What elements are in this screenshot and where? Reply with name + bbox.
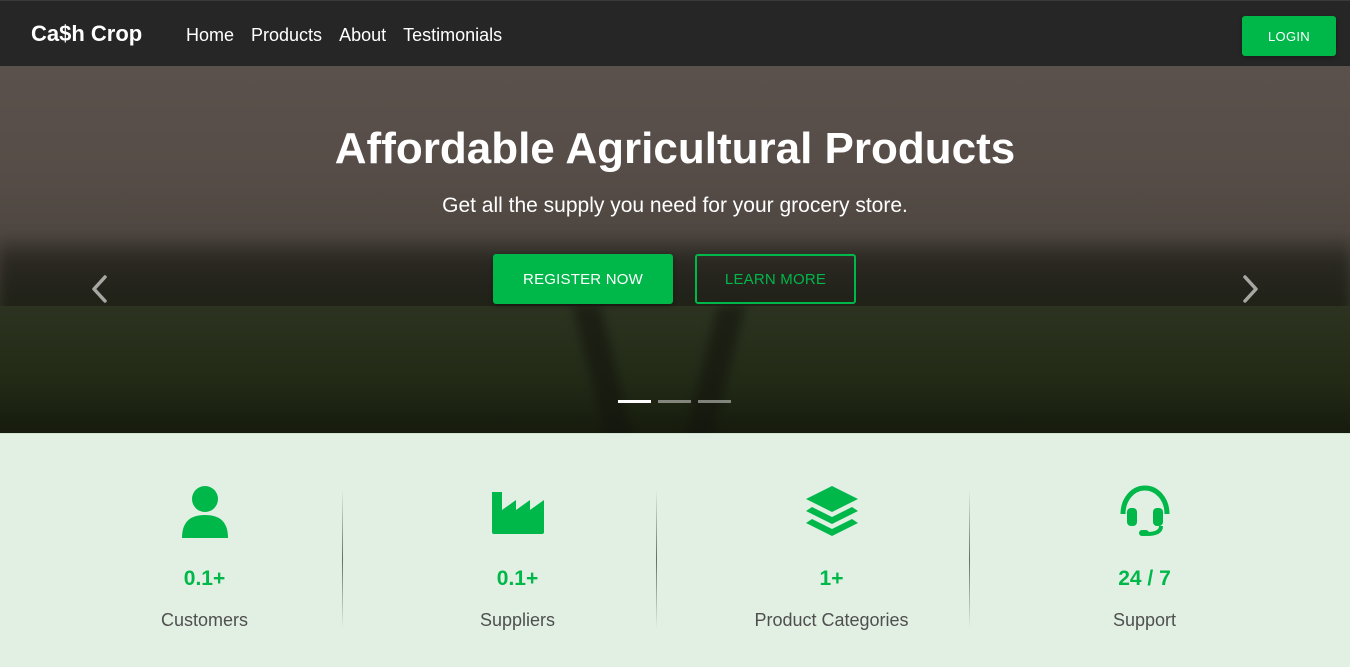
nav-links: Home Products About Testimonials [186,25,519,46]
register-now-button[interactable]: REGISTER NOW [493,254,673,304]
stat-value: 24 / 7 [1118,567,1171,590]
stat-label: Customers [160,610,249,630]
stat-value: 1+ [819,567,844,590]
navbar: Ca$h Crop Home Products About Testimonia… [0,0,1350,66]
layers-icon [805,486,858,536]
carousel-next-button[interactable] [1236,271,1266,307]
carousel-indicator-3[interactable] [698,400,731,403]
nav-link-about[interactable]: About [339,25,386,46]
factory-icon [491,492,544,534]
stat-product-categories: 1+ Product Categories [675,434,988,667]
brand-logo[interactable]: Ca$h Crop [31,21,142,47]
carousel-indicator-2[interactable] [658,400,691,403]
nav-link-home[interactable]: Home [186,25,234,46]
stat-label: Support [1112,610,1177,630]
stat-support: 24 / 7 Support [988,434,1301,667]
stat-label: Suppliers [479,610,556,630]
nav-link-products[interactable]: Products [251,25,322,46]
hero-background-treeline [0,234,1350,314]
nav-link-testimonials[interactable]: Testimonials [403,25,502,46]
carousel-indicator-1[interactable] [618,400,651,403]
stat-label: Product Categories [754,610,909,630]
login-button[interactable]: LOGIN [1242,16,1336,56]
hero-carousel [0,66,1350,433]
hero-title: Affordable Agricultural Products [334,124,1016,173]
stat-suppliers: 0.1+ Suppliers [361,434,674,667]
stat-divider [969,489,970,629]
chevron-right-icon [1243,275,1258,303]
headset-icon [1120,485,1169,536]
stat-divider [342,489,343,629]
stat-divider [656,489,657,629]
carousel-indicators [618,400,731,403]
carousel-prev-button[interactable] [86,271,116,307]
chevron-left-icon [92,275,107,303]
stat-value: 0.1+ [496,567,539,590]
stat-value: 0.1+ [183,567,226,590]
stat-customers: 0.1+ Customers [48,434,361,667]
hero-background-field [0,306,1350,433]
hero-subtitle: Get all the supply you need for your gro… [442,194,908,217]
learn-more-button[interactable]: LEARN MORE [695,254,856,304]
stats-section: 0.1+ Customers 0.1+ Suppliers 1+ Product… [0,433,1350,667]
user-icon [181,486,228,538]
